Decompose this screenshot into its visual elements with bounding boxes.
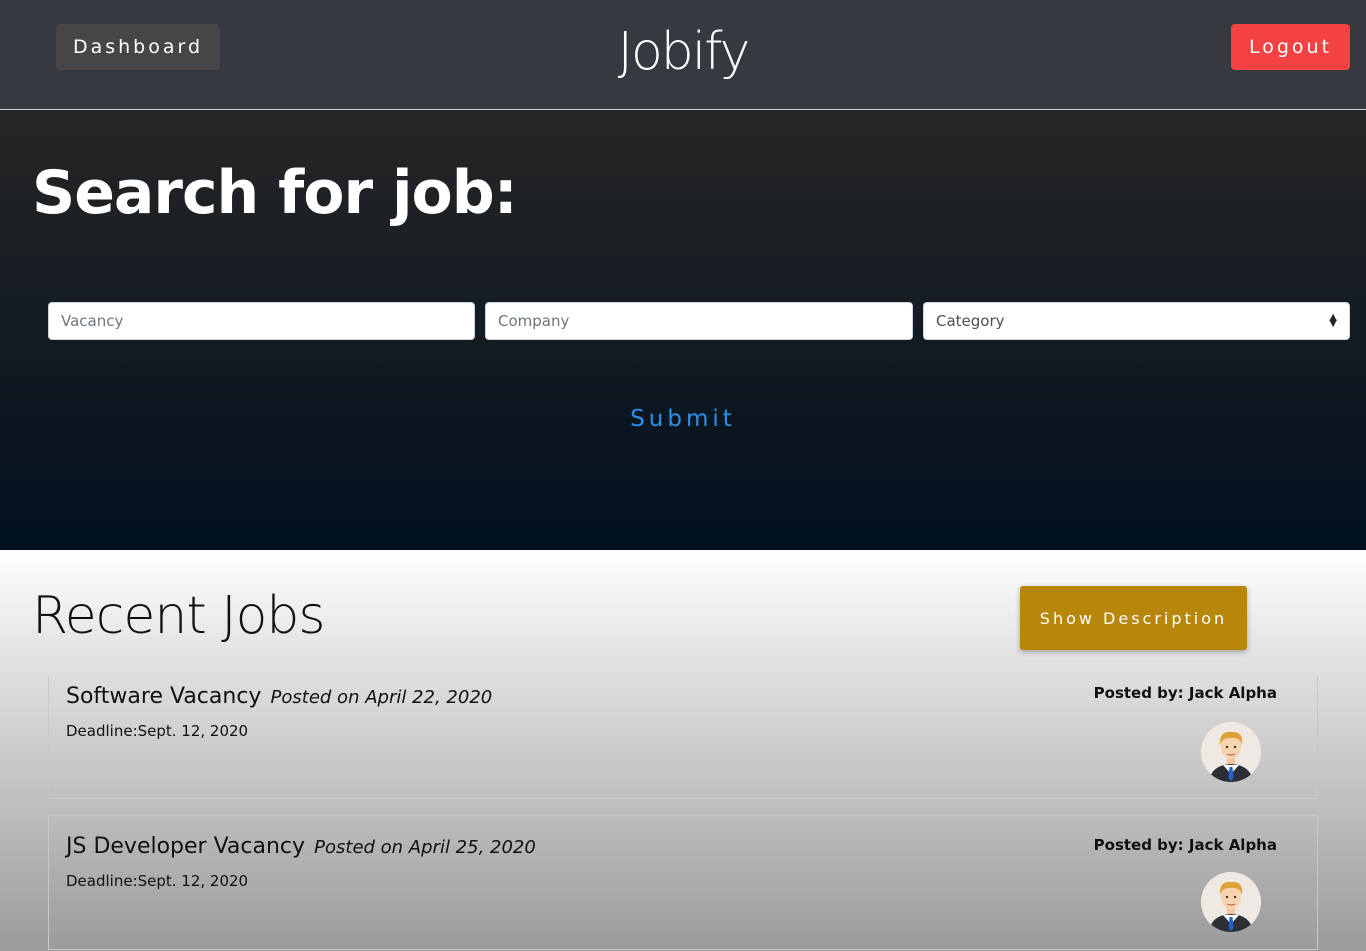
recent-jobs-title: Recent Jobs <box>32 586 325 646</box>
job-title-line: JS Developer Vacancy Posted on April 25,… <box>66 834 536 859</box>
job-title-line: Software Vacancy Posted on April 22, 202… <box>66 684 492 709</box>
show-description-button[interactable]: Show Description <box>1020 586 1247 650</box>
job-deadline: Deadline:Sept. 12, 2020 <box>66 872 249 890</box>
recent-jobs-section: Recent Jobs Show Description Software Va… <box>0 550 1366 951</box>
category-select-value: Category <box>936 312 1005 330</box>
job-card: Software Vacancy Posted on April 22, 202… <box>48 676 1318 799</box>
job-title[interactable]: Software Vacancy <box>66 684 261 709</box>
businessman-avatar-icon <box>1201 872 1261 932</box>
submit-button[interactable]: Submit <box>0 406 1366 432</box>
company-input[interactable] <box>485 302 913 340</box>
job-posted-by: Posted by: Jack Alpha <box>1093 684 1277 702</box>
job-posted-date: Posted on April 25, 2020 <box>314 837 536 858</box>
category-select[interactable]: Category ▲ ▼ <box>923 302 1350 340</box>
job-title[interactable]: JS Developer Vacancy <box>66 834 305 859</box>
select-arrows-icon: ▲ ▼ <box>1329 312 1337 329</box>
job-card: JS Developer Vacancy Posted on April 25,… <box>48 815 1318 950</box>
job-deadline: Deadline:Sept. 12, 2020 <box>66 722 249 740</box>
job-posted-date: Posted on April 22, 2020 <box>270 687 493 708</box>
vacancy-input[interactable] <box>48 302 475 340</box>
logout-button[interactable]: Logout <box>1231 24 1350 70</box>
job-posted-by: Posted by: Jack Alpha <box>1093 836 1277 854</box>
businessman-avatar-icon <box>1201 722 1261 782</box>
search-title: Search for job: <box>32 158 518 228</box>
search-section: Search for job: Category ▲▼ Submit <box>0 110 1366 550</box>
brand-title: Jobify <box>617 22 751 82</box>
navbar: Dashboard Jobify Logout <box>0 0 1366 110</box>
